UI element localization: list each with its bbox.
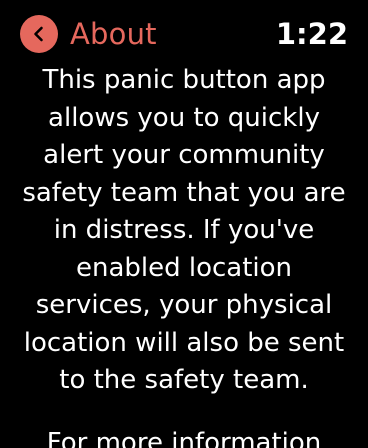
- status-time: 1:22: [275, 17, 348, 51]
- more-information-text: For more information: [46, 428, 322, 448]
- header: About 1:22: [0, 0, 368, 66]
- page-title: About: [70, 17, 157, 51]
- chevron-left-icon: [34, 26, 43, 42]
- back-button[interactable]: About: [20, 14, 157, 54]
- back-circle: [20, 15, 58, 53]
- about-screen: About 1:22 This panic button app allows …: [0, 0, 368, 448]
- about-description: This panic button app allows you to quic…: [22, 65, 346, 395]
